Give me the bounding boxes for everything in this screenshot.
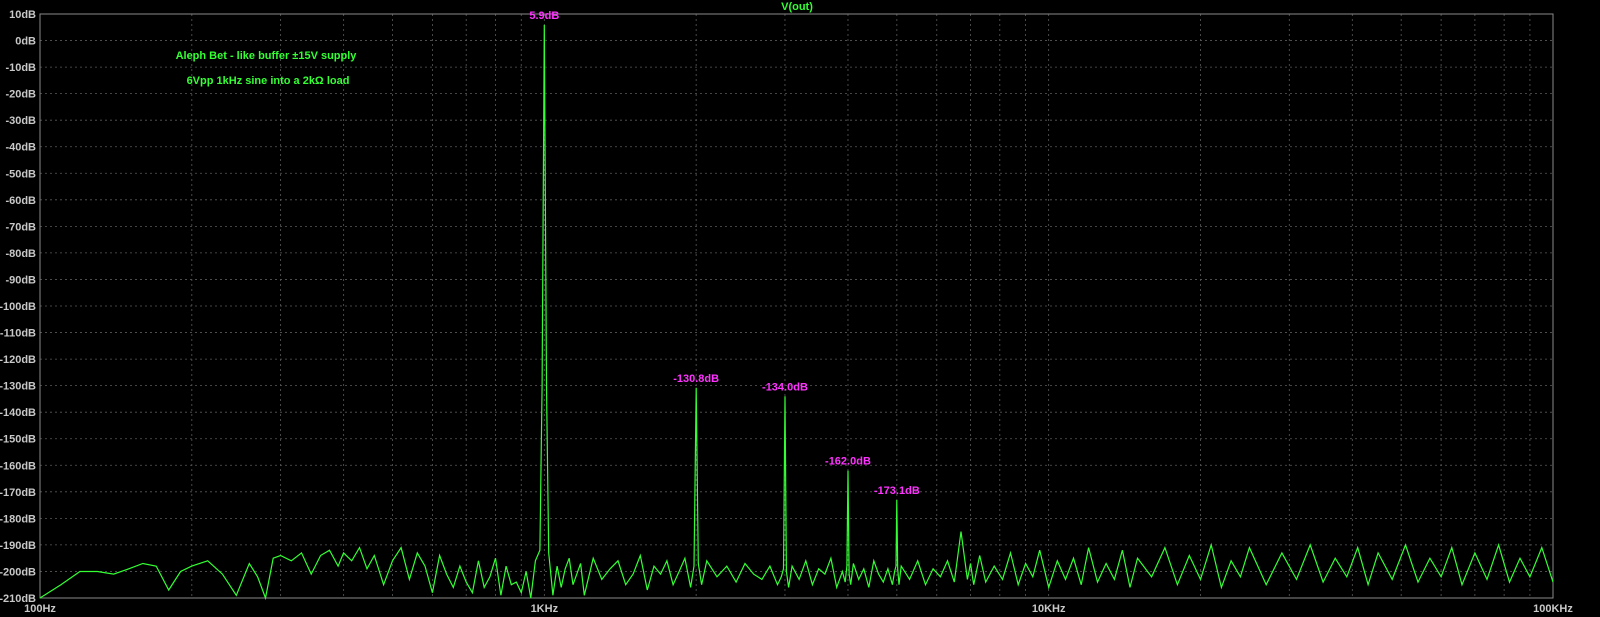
y-tick-label: -100dB	[0, 301, 36, 313]
x-tick-label: 100KHz	[1533, 603, 1573, 615]
chart-title: V(out)	[781, 1, 813, 13]
y-tick-label: -70dB	[5, 221, 36, 233]
y-tick-label: -120dB	[0, 354, 36, 366]
y-tick-label: -60dB	[5, 195, 36, 207]
annotation-load: 6Vpp 1kHz sine into a 2kΩ load	[187, 75, 350, 87]
y-tick-label: -190dB	[0, 540, 36, 552]
peak-label: -130.8dB	[673, 373, 719, 385]
y-tick-label: -80dB	[5, 248, 36, 260]
y-tick-label: -40dB	[5, 142, 36, 154]
peak-label: 5.9dB	[529, 10, 559, 22]
peak-label: -162.0dB	[825, 456, 871, 468]
y-tick-label: -200dB	[0, 566, 36, 578]
x-tick-label: 10KHz	[1032, 603, 1066, 615]
peak-label: -173.1dB	[874, 485, 920, 497]
y-tick-label: -110dB	[0, 328, 36, 340]
y-tick-label: -140dB	[0, 407, 36, 419]
y-tick-label: -90dB	[5, 274, 36, 286]
y-tick-label: -150dB	[0, 434, 36, 446]
y-tick-label: -20dB	[5, 89, 36, 101]
y-tick-label: -160dB	[0, 460, 36, 472]
y-tick-label: 10dB	[9, 9, 36, 21]
y-tick-label: -130dB	[0, 381, 36, 393]
peak-label: -134.0dB	[762, 381, 808, 393]
y-tick-labels: 10dB 0dB -10dB -20dB -30dB -40dB -50dB -60dB -70…	[0, 9, 36, 605]
plot-background	[0, 0, 1600, 617]
spectrum-plot: 10dB 0dB -10dB -20dB -30dB -40dB -50dB -60dB -70…	[0, 0, 1600, 617]
x-tick-label: 1KHz	[531, 603, 559, 615]
y-tick-label: -170dB	[0, 487, 36, 499]
annotation-supply: Aleph Bet - like buffer ±15V supply	[176, 50, 358, 62]
y-tick-label: -30dB	[5, 115, 36, 127]
y-tick-label: 0dB	[15, 36, 36, 48]
y-tick-label: -50dB	[5, 168, 36, 180]
x-tick-label: 100Hz	[24, 603, 56, 615]
y-tick-label: -180dB	[0, 513, 36, 525]
y-tick-label: -10dB	[5, 62, 36, 74]
